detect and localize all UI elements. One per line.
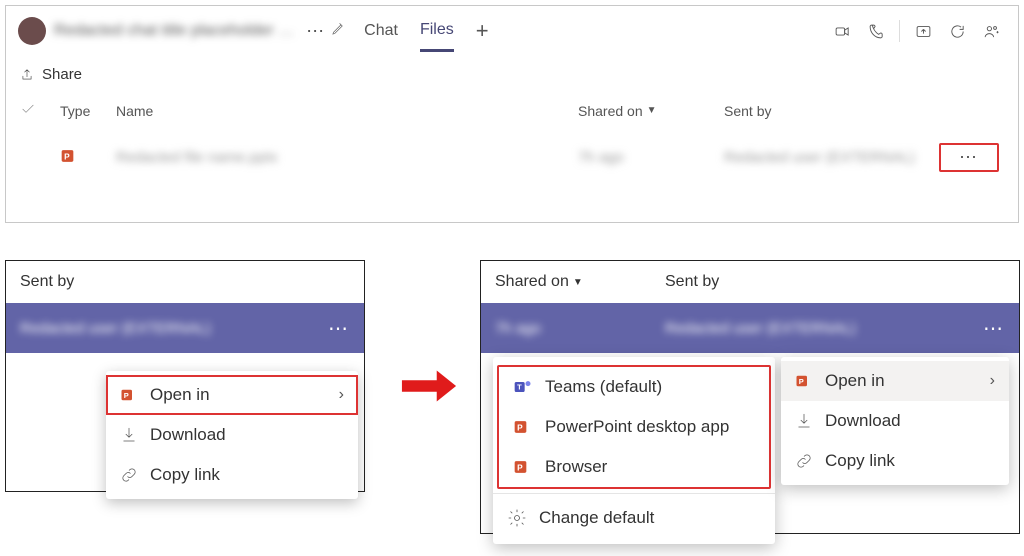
menu-open-in[interactable]: P Open in › [106, 375, 358, 415]
menu-copy-link[interactable]: Copy link [106, 455, 358, 495]
column-sent-by[interactable]: Sent by [665, 273, 719, 291]
menu-label: Download [825, 411, 901, 431]
svg-text:P: P [799, 377, 804, 386]
menu-download[interactable]: Download [781, 401, 1009, 441]
menu-open-in[interactable]: P Open in › [781, 361, 1009, 401]
guide-arrow-icon [400, 366, 458, 411]
menu-download[interactable]: Download [106, 415, 358, 455]
powerpoint-icon: P [120, 386, 138, 404]
submenu-label: Browser [545, 457, 607, 477]
more-options-button[interactable]: ⋯ [328, 316, 350, 341]
submenu-label: Teams (default) [545, 377, 662, 397]
chevron-down-icon: ▼ [647, 105, 657, 116]
share-up-icon [20, 68, 34, 82]
svg-text:P: P [517, 422, 523, 432]
more-options-button[interactable]: ⋯ [983, 316, 1005, 341]
menu-label: Open in [825, 371, 885, 391]
tab-files[interactable]: Files [420, 11, 454, 52]
menu-divider [493, 493, 775, 494]
selected-file-row[interactable]: 7h ago Redacted user (EXTERNAL) ⋯ [481, 303, 1019, 353]
powerpoint-icon: P [513, 417, 533, 437]
menu-label: Copy link [825, 451, 895, 471]
chevron-down-icon: ▼ [573, 277, 583, 288]
video-call-icon[interactable] [827, 16, 857, 46]
context-menu-step2-panel: Shared on▼ Sent by 7h ago Redacted user … [480, 260, 1020, 534]
file-list-header: Type Name Shared on▼ Sent by [6, 93, 1018, 129]
file-context-menu: P Open in › Download Copy link [781, 357, 1009, 485]
download-icon [795, 412, 813, 430]
link-icon [795, 452, 813, 470]
tab-chat[interactable]: Chat [364, 12, 398, 50]
powerpoint-icon: P [513, 457, 533, 477]
share-button[interactable]: Share [6, 56, 1018, 93]
submenu-label: Change default [539, 508, 654, 528]
selected-file-row[interactable]: Redacted user (EXTERNAL) ⋯ [6, 303, 364, 353]
file-context-menu: P Open in › Download Copy link [106, 371, 358, 499]
audio-call-icon[interactable] [861, 16, 891, 46]
chevron-right-icon: › [990, 372, 995, 390]
title-more-icon[interactable]: ⋯ [306, 21, 325, 42]
column-type[interactable]: Type [60, 103, 116, 119]
rename-icon[interactable] [331, 21, 346, 41]
open-in-teams[interactable]: T Teams (default) [499, 367, 769, 407]
avatar[interactable] [18, 17, 46, 45]
file-sent-by: Redacted user (EXTERNAL) [20, 320, 328, 337]
people-add-icon[interactable] [976, 16, 1006, 46]
add-tab-button[interactable]: + [476, 18, 489, 44]
menu-label: Open in [150, 385, 210, 405]
refresh-icon[interactable] [942, 16, 972, 46]
file-sent-by: Redacted user (EXTERNAL) [665, 320, 983, 337]
table-row[interactable]: P Redacted file name.pptx 7h ago Redacte… [6, 129, 1018, 186]
context-menu-step1-panel: Sent by Redacted user (EXTERNAL) ⋯ P Ope… [5, 260, 365, 492]
file-shared-on: 7h ago [495, 320, 665, 337]
share-label: Share [42, 66, 82, 83]
file-type-icon: P [60, 146, 116, 170]
chevron-right-icon: › [339, 386, 344, 404]
link-icon [120, 466, 138, 484]
column-sent-by[interactable]: Sent by [724, 103, 934, 119]
teams-icon: T [513, 377, 533, 397]
open-in-desktop[interactable]: P PowerPoint desktop app [499, 407, 769, 447]
open-in-browser[interactable]: P Browser [499, 447, 769, 487]
gear-icon [507, 508, 527, 528]
call-actions [827, 16, 1006, 46]
submenu-label: PowerPoint desktop app [545, 417, 729, 437]
columns-header: Shared on▼ Sent by [481, 261, 1019, 303]
chat-header: Redacted chat title placeholder … ⋯ Chat… [6, 6, 1018, 56]
svg-text:T: T [517, 383, 522, 392]
download-icon [120, 426, 138, 444]
powerpoint-icon: P [795, 372, 813, 390]
file-name[interactable]: Redacted file name.pptx [116, 149, 578, 166]
more-options-button[interactable]: ⋯ [939, 143, 999, 172]
svg-text:P: P [517, 462, 523, 472]
menu-copy-link[interactable]: Copy link [781, 441, 1009, 481]
select-all-checkbox[interactable] [20, 101, 60, 120]
svg-text:P: P [124, 391, 129, 400]
column-shared-on[interactable]: Shared on▼ [495, 273, 665, 291]
open-in-submenu: T Teams (default) P PowerPoint desktop a… [493, 357, 775, 544]
file-shared-on: 7h ago [578, 149, 724, 166]
column-heading-sent-by: Sent by [6, 261, 364, 303]
share-screen-icon[interactable] [908, 16, 938, 46]
file-sent-by: Redacted user (EXTERNAL) [724, 149, 934, 166]
menu-label: Download [150, 425, 226, 445]
svg-text:P: P [64, 151, 70, 161]
files-pane: Redacted chat title placeholder … ⋯ Chat… [5, 5, 1019, 223]
column-name[interactable]: Name [116, 103, 578, 119]
change-default[interactable]: Change default [493, 498, 775, 538]
tabs: Chat Files + [364, 11, 488, 52]
menu-label: Copy link [150, 465, 220, 485]
column-shared-on[interactable]: Shared on▼ [578, 103, 724, 119]
chat-title: Redacted chat title placeholder … [54, 22, 294, 40]
